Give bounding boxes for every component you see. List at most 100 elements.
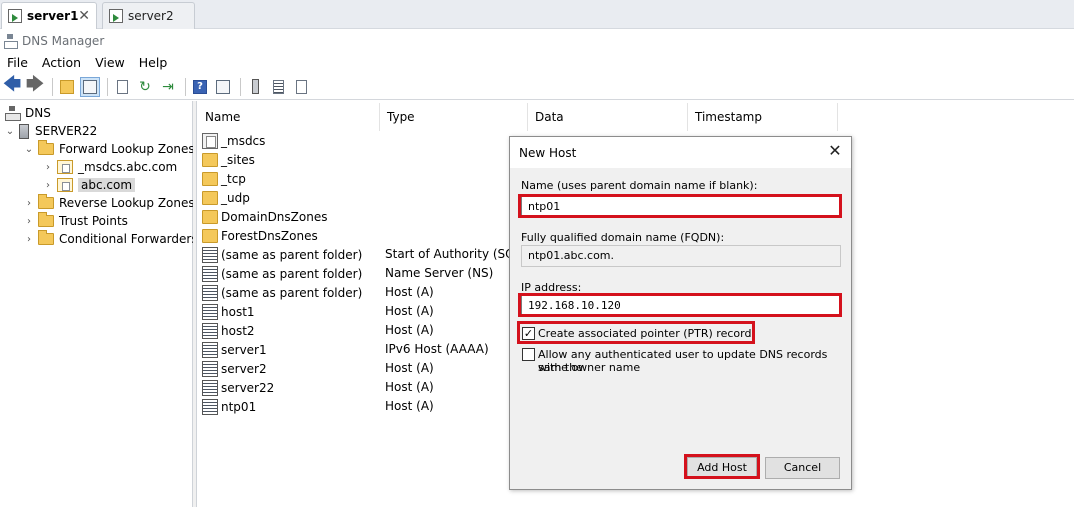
record-icon: [202, 341, 218, 358]
record-icon: [202, 246, 218, 263]
tree-item-server[interactable]: ⌄ SERVER22: [5, 122, 97, 140]
record-name: server22: [221, 380, 275, 395]
menu-view[interactable]: View: [88, 55, 132, 70]
menu-bar: File Action View Help: [0, 52, 1074, 72]
record-icon: [202, 284, 218, 301]
highlight-box: [684, 454, 760, 479]
record-name: server1: [221, 342, 267, 357]
tree-item-reverse-lookup-zones[interactable]: › Reverse Lookup Zones: [24, 194, 195, 212]
tree-item-abc-zone[interactable]: › abc.com: [43, 176, 136, 194]
dialog-title-bar: New Host ✕: [510, 137, 851, 168]
refresh-icon[interactable]: ↻: [135, 77, 155, 97]
record-icon: [202, 265, 218, 282]
folder-icon: [202, 171, 218, 186]
cancel-button[interactable]: Cancel: [765, 457, 840, 479]
zone-icon: [57, 178, 73, 192]
server-icon[interactable]: [245, 77, 265, 97]
close-icon[interactable]: ✕: [78, 8, 90, 24]
properties-icon[interactable]: [112, 77, 132, 97]
record-name: _udp: [221, 190, 250, 205]
name-label: Name (uses parent domain name if blank):: [521, 179, 758, 192]
zone-list-icon[interactable]: [268, 77, 288, 97]
allow-update-checkbox[interactable]: [522, 348, 535, 361]
chevron-right-icon[interactable]: ›: [43, 162, 53, 173]
column-headers: Name Type Data Timestamp: [198, 103, 1074, 131]
column-header-timestamp[interactable]: Timestamp: [688, 103, 838, 131]
toolbar-separator: [107, 77, 108, 96]
allow-update-label-line2: same owner name: [538, 361, 641, 374]
tab-server2[interactable]: server2: [102, 2, 195, 29]
record-name-cell: DomainDnsZones: [202, 207, 327, 226]
action-pane-icon[interactable]: [213, 77, 233, 97]
menu-file[interactable]: File: [0, 55, 35, 70]
show-tree-icon[interactable]: [80, 76, 100, 97]
record-name: DomainDnsZones: [221, 209, 328, 224]
record-name-cell: _tcp: [202, 169, 246, 188]
record-name: (same as parent folder): [221, 266, 363, 281]
record-type: IPv6 Host (AAAA): [385, 342, 489, 356]
tree-item-dns[interactable]: DNS: [5, 104, 51, 122]
record-type: Host (A): [385, 285, 434, 299]
column-header-data[interactable]: Data: [528, 103, 688, 131]
chevron-down-icon[interactable]: ⌄: [5, 126, 15, 137]
tree-label: Forward Lookup Zones: [59, 142, 195, 156]
tab-server1[interactable]: server1 ✕: [1, 2, 97, 29]
export-list-icon[interactable]: ⇥: [158, 77, 178, 97]
tree-item-conditional-forwarders[interactable]: › Conditional Forwarders: [24, 230, 198, 248]
record-type: Host (A): [385, 380, 434, 394]
close-icon[interactable]: ✕: [827, 143, 843, 159]
tree-item-trust-points[interactable]: › Trust Points: [24, 212, 128, 230]
tab-bar: server1 ✕ server2: [0, 0, 1074, 29]
toolbar-separator: [185, 77, 186, 96]
record-name-cell: ForestDnsZones: [202, 226, 318, 245]
record-name: server2: [221, 361, 267, 376]
toolbar: 🡄 🡆 ↻ ⇥ ?: [0, 74, 1074, 100]
record-type: Host (A): [385, 361, 434, 375]
record-icon: [202, 398, 218, 415]
tree-label: Conditional Forwarders: [59, 232, 198, 246]
record-type: Host (A): [385, 304, 434, 318]
column-header-type[interactable]: Type: [380, 103, 528, 131]
chevron-right-icon[interactable]: ›: [24, 234, 34, 245]
new-host-dialog: New Host ✕ Name (uses parent domain name…: [509, 136, 852, 490]
record-type: Host (A): [385, 323, 434, 337]
folder-icon: [202, 190, 218, 205]
tree-label: abc.com: [78, 178, 136, 192]
fqdn-field: ntp01.abc.com.: [521, 245, 841, 267]
dns-icon: [5, 106, 21, 121]
toolbar-separator: [52, 77, 53, 96]
column-header-name[interactable]: Name: [198, 103, 380, 131]
tab-label: server2: [128, 9, 174, 23]
tree-item-forward-lookup-zones[interactable]: ⌄ Forward Lookup Zones: [24, 140, 195, 158]
record-name-cell: _udp: [202, 188, 250, 207]
chevron-right-icon[interactable]: ›: [43, 180, 53, 191]
record-type: Host (A): [385, 399, 434, 413]
menu-help[interactable]: Help: [132, 55, 175, 70]
tree-label: SERVER22: [35, 124, 98, 138]
record-name-cell: ntp01: [202, 397, 256, 416]
forward-arrow-icon[interactable]: 🡆: [25, 74, 45, 97]
up-folder-icon[interactable]: [57, 77, 77, 97]
console-tree: DNS ⌄ SERVER22 ⌄ Forward Lookup Zones › …: [0, 101, 198, 507]
pane-splitter[interactable]: [193, 101, 197, 507]
help-icon[interactable]: ?: [190, 77, 210, 97]
tab-label: server1: [27, 9, 79, 23]
back-arrow-icon[interactable]: 🡄: [2, 74, 22, 97]
tree-label: DNS: [25, 106, 51, 120]
chevron-right-icon[interactable]: ›: [24, 198, 34, 209]
folder-icon: [38, 194, 54, 209]
menu-action[interactable]: Action: [35, 55, 88, 70]
folder-icon: [202, 209, 218, 224]
msdcs-icon: [202, 132, 218, 149]
record-name-cell: server2: [202, 359, 267, 378]
chevron-down-icon[interactable]: ⌄: [24, 144, 34, 155]
record-name: host1: [221, 304, 255, 319]
chevron-right-icon[interactable]: ›: [24, 216, 34, 227]
record-name-cell: server22: [202, 378, 274, 397]
highlight-box: [517, 321, 755, 344]
record-name-cell: host1: [202, 302, 255, 321]
record-name: (same as parent folder): [221, 247, 363, 262]
tree-item-msdcs-zone[interactable]: › _msdcs.abc.com: [43, 158, 177, 176]
record-name: _sites: [221, 152, 255, 167]
copy-icon[interactable]: [291, 77, 311, 97]
